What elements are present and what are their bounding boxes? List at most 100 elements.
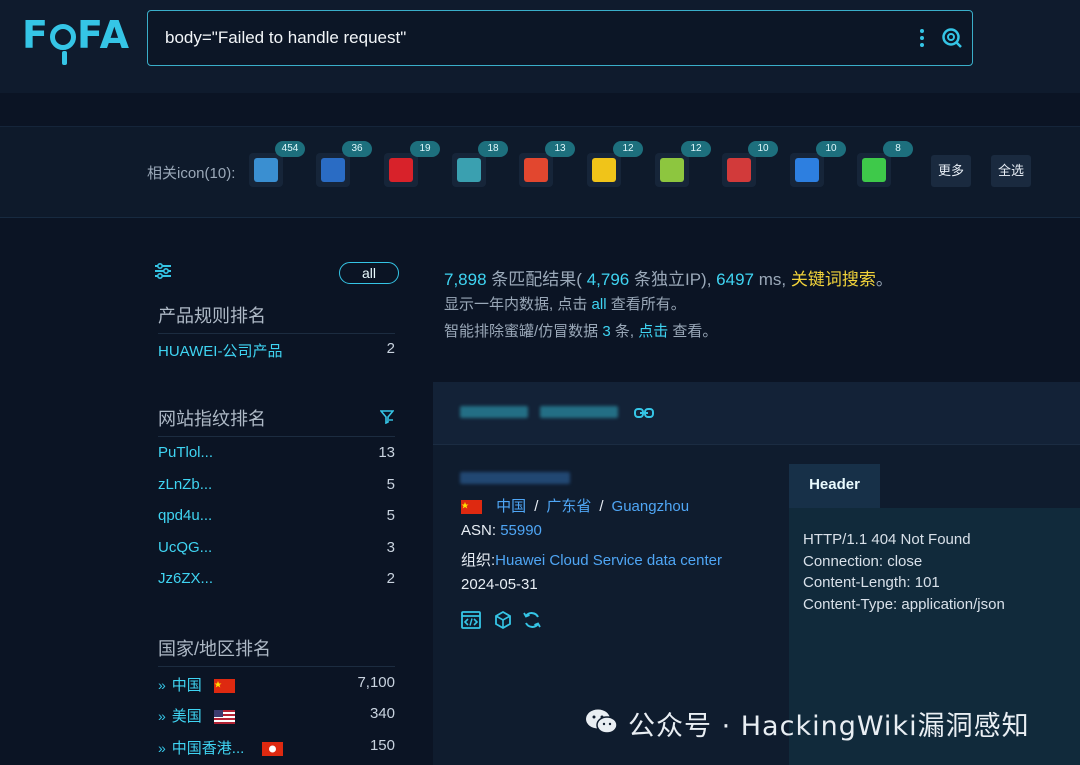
top-bar: F FA body="Failed to handle request" <box>0 0 1080 93</box>
red-ring-icon[interactable]: 13 <box>519 141 575 187</box>
country-row[interactable]: » 美国 340 <box>158 705 395 726</box>
asn-label: ASN: <box>461 522 497 539</box>
redacted-ip <box>460 472 570 484</box>
fingerprint-row[interactable]: Jz6ZX... 2 <box>158 570 395 587</box>
blue-wave-icon[interactable]: 36 <box>316 141 372 187</box>
province-link[interactable]: 广东省 <box>546 498 591 515</box>
fingerprint-name[interactable]: Jz6ZX... <box>158 570 213 587</box>
match-count: 7,898 <box>444 270 487 289</box>
redacted-host[interactable] <box>540 406 618 418</box>
green-b-icon[interactable]: 8 <box>857 141 913 187</box>
product-row[interactable]: HUAWEI-公司产品 2 <box>158 340 395 361</box>
icon-glyph <box>254 158 278 182</box>
fingerprint-name[interactable]: PuTlol... <box>158 444 213 461</box>
fingerprint-row[interactable]: PuTlol... 13 <box>158 444 395 461</box>
result-card-header <box>433 382 1080 445</box>
red-horse-icon[interactable]: 10 <box>722 141 778 187</box>
period: 。 <box>875 270 893 289</box>
double-chevron-icon: » <box>158 708 166 724</box>
refresh-icon[interactable] <box>522 610 542 630</box>
icon-count-badge: 10 <box>816 141 846 157</box>
code-icon[interactable] <box>461 610 481 630</box>
icon-count-badge: 13 <box>545 141 575 157</box>
view-all-text: 查看所有。 <box>610 296 686 313</box>
fingerprint-ranking-title: 网站指纹排名 <box>158 409 266 429</box>
fingerprint-row[interactable]: zLnZb... 5 <box>158 476 395 493</box>
fingerprint-row[interactable]: UcQG... 3 <box>158 539 395 556</box>
link-icon[interactable] <box>634 407 654 419</box>
asn-line: ASN: 55990 <box>461 522 542 539</box>
more-button[interactable]: 更多 <box>931 155 972 187</box>
country-ranking-title: 国家/地区排名 <box>158 639 272 659</box>
all-toggle-button[interactable]: all <box>339 262 399 284</box>
wechat-icon <box>586 709 618 734</box>
fingerprint-name[interactable]: UcQG... <box>158 539 212 556</box>
org-line: 组织:Huawei Cloud Service data center <box>461 549 722 570</box>
redacted-host[interactable] <box>460 406 528 418</box>
country-name[interactable]: 中国 <box>172 677 202 694</box>
country-name[interactable]: 美国 <box>172 708 202 725</box>
view-text: 查看。 <box>672 323 718 340</box>
fingerprint-count: 2 <box>386 570 395 587</box>
divider <box>158 666 395 667</box>
usa-flag-icon <box>213 710 235 724</box>
country-row[interactable]: » 中国 7,100 <box>158 674 395 695</box>
china-flag-icon <box>461 500 482 514</box>
one-year-note: 显示一年内数据, 点击 <box>444 296 588 313</box>
city-link[interactable]: Guangzhou <box>612 498 690 515</box>
separator: / <box>599 498 604 515</box>
filter-settings-icon[interactable] <box>154 263 172 279</box>
select-all-button[interactable]: 全选 <box>991 155 1032 187</box>
honeypot-note: 智能排除蜜罐/仿冒数据 <box>444 323 599 340</box>
all-link[interactable]: all <box>592 296 607 313</box>
tab-header[interactable]: Header <box>789 464 880 510</box>
fingerprint-name[interactable]: qpd4u... <box>158 507 212 524</box>
date: 2024-05-31 <box>461 576 538 593</box>
funnel-filter-icon[interactable] <box>380 410 394 424</box>
keyword-search-link[interactable]: 关键词搜索 <box>791 270 876 289</box>
product-ranking-title: 产品规则排名 <box>158 306 266 326</box>
icon-glyph <box>795 158 819 182</box>
fingerprint-row[interactable]: qpd4u... 5 <box>158 507 395 524</box>
icon-glyph <box>727 158 751 182</box>
icon-glyph <box>660 158 684 182</box>
click-link[interactable]: 点击 <box>638 323 668 340</box>
header-line: Connection: close <box>803 552 923 570</box>
search-input[interactable]: body="Failed to handle request" <box>165 28 406 48</box>
org-label: 组织: <box>461 552 496 569</box>
country-link[interactable]: 中国 <box>496 498 526 515</box>
fingerprint-count: 5 <box>386 507 395 524</box>
match-text: 条匹配结果( <box>491 270 582 289</box>
icon-glyph <box>321 158 345 182</box>
honeypot-unit: 条, <box>614 323 635 340</box>
sub-band <box>0 93 1080 127</box>
watermark-text: 公众号 · HackingWiki漏洞感知 <box>628 711 1030 742</box>
v-logo-icon[interactable]: 19 <box>384 141 440 187</box>
globe-ie-icon[interactable]: 454 <box>249 141 305 187</box>
blue-cloud-icon[interactable]: 10 <box>790 141 846 187</box>
icon-count-badge: 8 <box>883 141 913 157</box>
icon-count-badge: 12 <box>681 141 711 157</box>
org-link[interactable]: Huawei Cloud Service data center <box>495 552 722 569</box>
country-count: 150 <box>369 737 395 754</box>
country-name[interactable]: 中国香港... <box>172 740 245 757</box>
country-row[interactable]: » 中国香港... 150 <box>158 737 395 758</box>
hongkong-flag-icon <box>262 742 284 756</box>
search-icon[interactable] <box>941 27 963 49</box>
fofa-logo[interactable]: F FA <box>22 13 130 65</box>
cube-icon[interactable] <box>493 610 513 630</box>
china-flag-icon <box>213 679 235 693</box>
header-line: Content-Length: 101 <box>803 574 940 591</box>
search-box[interactable]: body="Failed to handle request" <box>147 10 973 66</box>
more-options-icon[interactable] <box>919 27 925 49</box>
icon-count-badge: 454 <box>275 141 305 157</box>
layers-icon[interactable]: 18 <box>452 141 508 187</box>
icon-count-badge: 36 <box>342 141 372 157</box>
icon-glyph <box>389 158 413 182</box>
yellow-badge-icon[interactable]: 12 <box>587 141 643 187</box>
asn-link[interactable]: 55990 <box>500 522 542 539</box>
product-name[interactable]: HUAWEI-公司产品 <box>158 343 282 360</box>
icon-count-badge: 12 <box>613 141 643 157</box>
leaf-icon[interactable]: 12 <box>655 141 711 187</box>
fingerprint-name[interactable]: zLnZb... <box>158 476 212 493</box>
